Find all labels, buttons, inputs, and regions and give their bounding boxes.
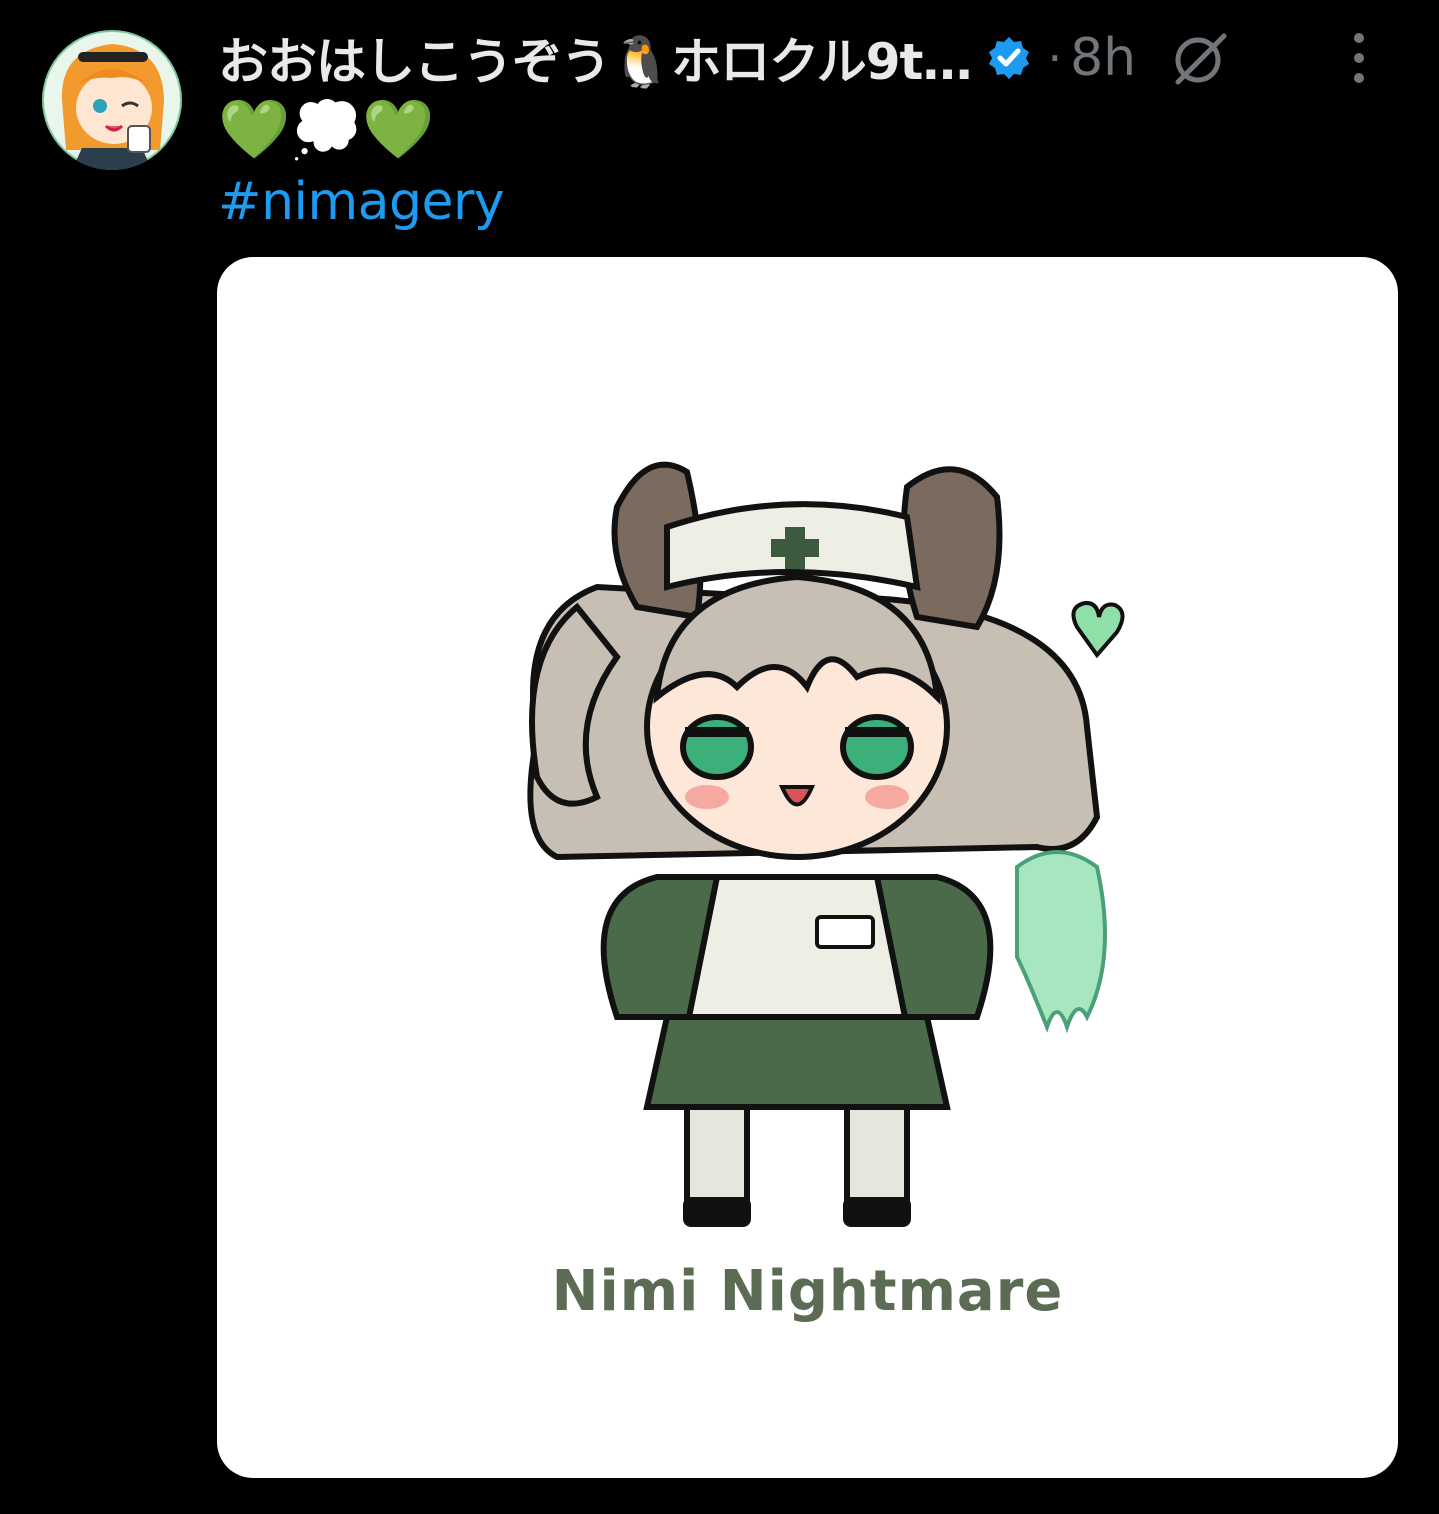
more-options-icon[interactable] (1349, 30, 1369, 86)
verified-badge-icon[interactable] (985, 34, 1033, 82)
tweet-header: おおはしこうぞう🐧ホロクル9t… · 8h (218, 22, 1399, 94)
tweet-text-emojis: 💚💭💚 (218, 95, 435, 163)
media-caption: Nimi Nightmare (551, 1259, 1064, 1324)
author-display-name[interactable]: おおはしこうぞう🐧ホロクル9t… (218, 22, 972, 94)
separator-dot: · (1047, 31, 1063, 85)
hashtag-link[interactable]: #nimagery (218, 172, 505, 232)
grok-icon[interactable] (1170, 28, 1230, 88)
author-avatar[interactable] (42, 30, 182, 170)
tweet-media-image[interactable]: Nimi Nightmare (217, 257, 1398, 1478)
avatar-image (42, 30, 182, 170)
tweet-timestamp[interactable]: 8h (1070, 28, 1136, 88)
